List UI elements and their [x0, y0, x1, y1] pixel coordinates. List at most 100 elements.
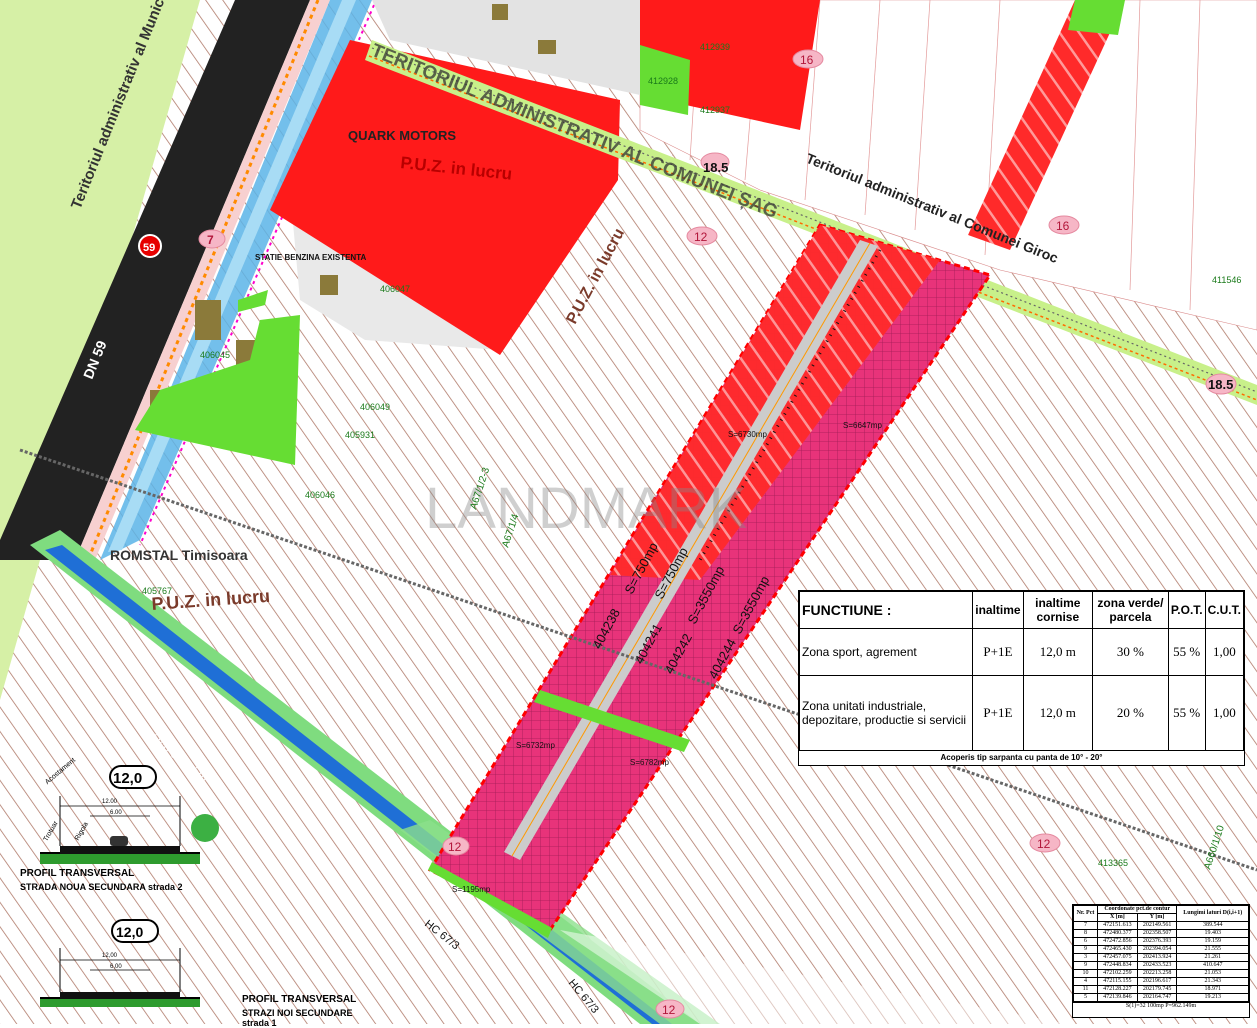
cell: 1,00	[1204, 627, 1245, 677]
parcel-412937: 412937	[700, 105, 730, 115]
coord-footer: S(1)=32 100mp P=962.149m	[1073, 1002, 1249, 1009]
roof-note: Acoperis tip sarpanta cu panta de 10° - …	[940, 753, 1103, 762]
parcel-412928: 412928	[648, 76, 678, 86]
coord-cell: 472480.377	[1096, 929, 1138, 938]
coord-cell: 472115.155	[1096, 977, 1138, 986]
coord-row: 8 472480.377 202358.507 19.403	[1073, 929, 1249, 938]
cell: P+1E	[972, 675, 1024, 751]
green-strip-top-right	[1068, 0, 1125, 35]
coord-cell: 4	[1073, 977, 1098, 986]
label-route-59: 59	[143, 242, 155, 254]
coord-row: 5 472139.846 202164.747 19.213	[1073, 993, 1249, 1002]
coord-row: 4 472115.155 202196.617 21.343	[1073, 977, 1249, 986]
parcel-412939: 412939	[700, 42, 730, 52]
parcel-406045: 406045	[200, 350, 230, 360]
col-x: X [m]	[1096, 913, 1138, 922]
profile-1-width: 12,0	[113, 770, 143, 787]
coordinates-table: Nr. Pct Coordonate pct.de contur Lungimi…	[1072, 904, 1250, 1018]
coord-cell: 8	[1073, 929, 1098, 938]
profile-2-width: 12,0	[116, 924, 144, 940]
coord-title: Coordonate pct.de contur	[1096, 905, 1178, 914]
profile-1-dim-b: 6.00	[110, 810, 122, 816]
coord-row: 3 472457.075 202413.924 21.261	[1073, 953, 1249, 962]
coord-cell: 21.053	[1176, 969, 1249, 978]
coord-cell: 202179.745	[1136, 985, 1178, 994]
cell: Zona sport, agrement	[798, 627, 974, 677]
parcel-406049: 406049	[360, 402, 390, 412]
cell: Zona unitati industriale, depozitare, pr…	[798, 675, 974, 751]
profile-2-sub: STRAZI NOI SECUNDARE strada 1	[242, 1008, 353, 1028]
cell: 12,0 m	[1022, 675, 1094, 751]
label-185-top: 18.5	[703, 160, 728, 175]
cell: 20 %	[1092, 675, 1169, 751]
coord-cell: 472139.846	[1096, 993, 1138, 1002]
coord-cell: 5	[1073, 993, 1098, 1002]
coord-cell: 472128.227	[1096, 985, 1138, 994]
coord-cell: 19.159	[1176, 937, 1249, 946]
profile-1-sub: STRADA NOUA SECUNDARA strada 2	[20, 882, 183, 892]
cell: P+1E	[972, 627, 1024, 677]
parcel-406047: 406047	[380, 284, 410, 294]
col-y: Y [m]	[1136, 913, 1178, 922]
parcel-405931: 405931	[345, 430, 375, 440]
coord-cell: 472465.430	[1096, 945, 1138, 954]
coord-row: 10 472102.259 202213.258 21.053	[1073, 969, 1249, 978]
label-romstal: ROMSTAL Timisoara	[110, 547, 248, 563]
circle-12d: 12	[448, 840, 462, 854]
profile-strada-2: 12,0 12.00 6.00 Acostament Trotuar Rigol…	[20, 757, 220, 908]
cell: 55 %	[1167, 627, 1206, 677]
parcel-411546: 411546	[1212, 275, 1241, 285]
coord-cell: 10	[1073, 969, 1098, 978]
coord-cell: 21.261	[1176, 953, 1249, 962]
coord-cell: 472472.856	[1096, 937, 1138, 946]
area-s5: S=6730mp	[728, 430, 767, 439]
profile-1-title: PROFIL TRANSVERSAL	[20, 868, 135, 879]
label-statie: STATIE BENZINA EXISTENTA	[255, 253, 366, 262]
cell: 30 %	[1092, 627, 1169, 677]
area-s8: S=6782mp	[630, 758, 669, 767]
coord-cell: 6	[1073, 937, 1098, 946]
coord-row: 9 472448.834 202433.523 410.647	[1073, 961, 1249, 970]
coord-cell: 202164.747	[1136, 993, 1178, 1002]
col-pot: P.O.T.	[1167, 591, 1206, 629]
parcel-406046: 406046	[305, 490, 335, 500]
table-row: Zona sport, agrement P+1E 12,0 m 30 % 55…	[798, 627, 1245, 677]
coord-cell: 7	[1073, 921, 1098, 930]
cell: 55 %	[1167, 675, 1206, 751]
coord-cell: 202196.617	[1136, 977, 1178, 986]
profile-strada-1: 12,0 12,00 6,00 PROFIL TRANSVERSAL STRAZ…	[20, 908, 380, 1028]
col-zona-verde: zona verde/ parcela	[1092, 591, 1169, 629]
coord-cell: 21.343	[1176, 977, 1249, 986]
profile-2-dim: 12,00	[102, 953, 118, 959]
col-cut: C.U.T.	[1204, 591, 1245, 629]
circle-16a: 16	[800, 53, 814, 67]
coord-cell: 202433.523	[1136, 961, 1178, 970]
function-table: FUNCTIUNE : inaltime inaltime cornise zo…	[798, 590, 1245, 766]
cell: 1,00	[1204, 675, 1245, 751]
area-s7: S=6732mp	[516, 741, 555, 750]
col-lungimi: Lungimi laturi D(i,i+1)	[1176, 905, 1249, 922]
coord-cell: 202394.054	[1136, 945, 1178, 954]
col-functiune: FUNCTIUNE :	[798, 591, 974, 629]
area-s6: S=6647mp	[843, 421, 882, 430]
coord-cell: 9	[1073, 961, 1098, 970]
label-185-right: 18.5	[1208, 377, 1233, 392]
col-inaltime-cornise: inaltime cornise	[1022, 591, 1094, 629]
coord-cell: 9	[1073, 945, 1098, 954]
circle-16b: 16	[1056, 219, 1070, 233]
coord-cell: 202149.561	[1136, 921, 1178, 930]
coord-row: 9 472465.430 202394.054 21.555	[1073, 945, 1249, 954]
coord-cell: 202413.924	[1136, 953, 1178, 962]
profile-1-dim: 12.00	[102, 799, 118, 805]
coord-row: 7 472151.613 202149.561 389.544	[1073, 921, 1249, 930]
coord-cell: 472448.834	[1096, 961, 1138, 970]
coord-cell: 202376.393	[1136, 937, 1178, 946]
coord-cell: 18.971	[1176, 985, 1249, 994]
coord-cell: 410.647	[1176, 961, 1249, 970]
circle-7: 7	[207, 233, 214, 247]
coord-cell: 472102.259	[1096, 969, 1138, 978]
coord-cell: 472457.075	[1096, 953, 1138, 962]
cell: 12,0 m	[1022, 627, 1094, 677]
circle-12b: 12	[1037, 837, 1051, 851]
circle-12a: 12	[694, 230, 708, 244]
